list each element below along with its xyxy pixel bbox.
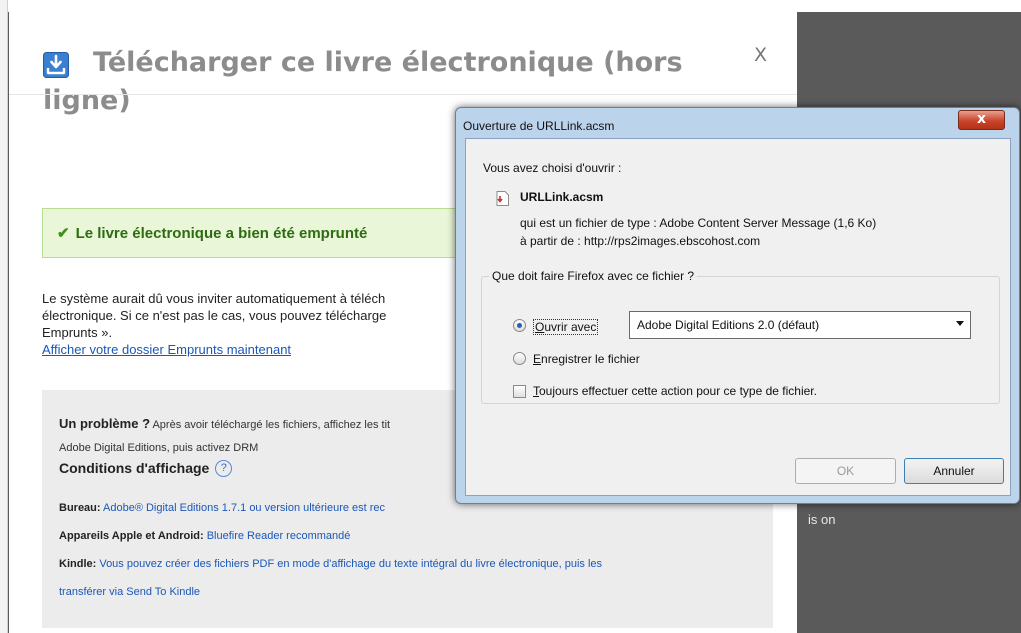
action-question: Que doit faire Firefox avec ce fichier ? xyxy=(489,269,698,283)
firefox-open-dialog: Ouverture de URLLink.acsm x Vous avez ch… xyxy=(455,107,1020,504)
check-icon: ✔ xyxy=(57,225,70,242)
file-source-line: à partir de : http://rps2images.ebscohos… xyxy=(520,234,761,248)
kindle-link[interactable]: Vous pouvez créer des fichiers PDF en mo… xyxy=(96,558,602,570)
apple-link[interactable]: Bluefire Reader recommandé xyxy=(204,530,351,542)
success-label: Le livre électronique a bien été emprunt… xyxy=(75,225,368,242)
info-line: électronique. Si ce n'est pas le cas, vo… xyxy=(42,308,387,323)
close-button[interactable]: x xyxy=(958,110,1005,130)
open-with-radio[interactable] xyxy=(513,319,526,332)
dialog-body: Vous avez choisi d'ouvrir : URLLink.acsm… xyxy=(465,138,1011,496)
chevron-down-icon xyxy=(956,321,964,326)
dialog-titlebar[interactable]: Ouverture de URLLink.acsm x xyxy=(456,108,1019,138)
always-do-label[interactable]: Toujours effectuer cette action pour ce … xyxy=(533,384,817,398)
application-select-value: Adobe Digital Editions 2.0 (défaut) xyxy=(637,318,820,332)
info-line: Emprunts ». xyxy=(42,325,113,340)
desktop-label: Bureau: xyxy=(59,502,101,514)
kindle-link-2[interactable]: transférer via Send To Kindle xyxy=(59,586,200,598)
cancel-button[interactable]: Annuler xyxy=(904,458,1004,484)
dialog-title: Ouverture de URLLink.acsm xyxy=(463,119,615,133)
problem-label: Un problème ? xyxy=(59,416,151,431)
file-icon xyxy=(496,191,509,206)
left-strip xyxy=(0,0,8,633)
problem-line: Un problème ? Après avoir téléchargé les… xyxy=(59,416,390,431)
success-message: ✔ Le livre électronique a bien été emprun… xyxy=(57,224,367,242)
problem-line-2: Adobe Digital Editions, puis activez DRM xyxy=(59,442,259,454)
top-strip xyxy=(0,0,1021,12)
radio-selected-dot xyxy=(517,323,522,328)
view-loans-link[interactable]: Afficher votre dossier Emprunts maintena… xyxy=(42,341,291,358)
problem-text: Après avoir téléchargé les fichiers, aff… xyxy=(150,419,391,431)
info-paragraph: Le système aurait dû vous inviter automa… xyxy=(42,290,462,358)
open-with-label[interactable]: Ouvrir avec xyxy=(533,319,599,335)
file-name: URLLink.acsm xyxy=(520,190,604,204)
conditions-heading: Conditions d'affichage? xyxy=(59,460,233,477)
desktop-link[interactable]: Adobe® Digital Editions 1.7.1 ou version… xyxy=(101,502,385,514)
conditions-title: Conditions d'affichage xyxy=(59,460,210,476)
save-file-label[interactable]: Enregistrer le fichier xyxy=(533,352,640,366)
help-icon[interactable]: ? xyxy=(215,460,233,477)
save-file-radio[interactable] xyxy=(513,352,526,365)
info-line: Le système aurait dû vous inviter automa… xyxy=(42,291,386,306)
kindle-label: Kindle: xyxy=(59,558,97,570)
kindle-line: Kindle: Vous pouvez créer des fichiers P… xyxy=(59,558,602,570)
apple-line: Appareils Apple et Android: Bluefire Rea… xyxy=(59,530,350,542)
chosen-label: Vous avez choisi d'ouvrir : xyxy=(483,161,622,175)
download-icon xyxy=(43,52,69,78)
application-select[interactable]: Adobe Digital Editions 2.0 (défaut) xyxy=(629,311,971,339)
always-do-checkbox[interactable] xyxy=(513,385,526,398)
ok-button[interactable]: OK xyxy=(795,458,896,484)
desktop-line: Bureau: Adobe® Digital Editions 1.7.1 ou… xyxy=(59,502,385,514)
header-divider xyxy=(9,94,797,95)
backdrop-text: is on xyxy=(808,512,836,527)
file-type-line: qui est un fichier de type : Adobe Conte… xyxy=(520,216,877,230)
apple-label: Appareils Apple et Android: xyxy=(59,530,204,542)
